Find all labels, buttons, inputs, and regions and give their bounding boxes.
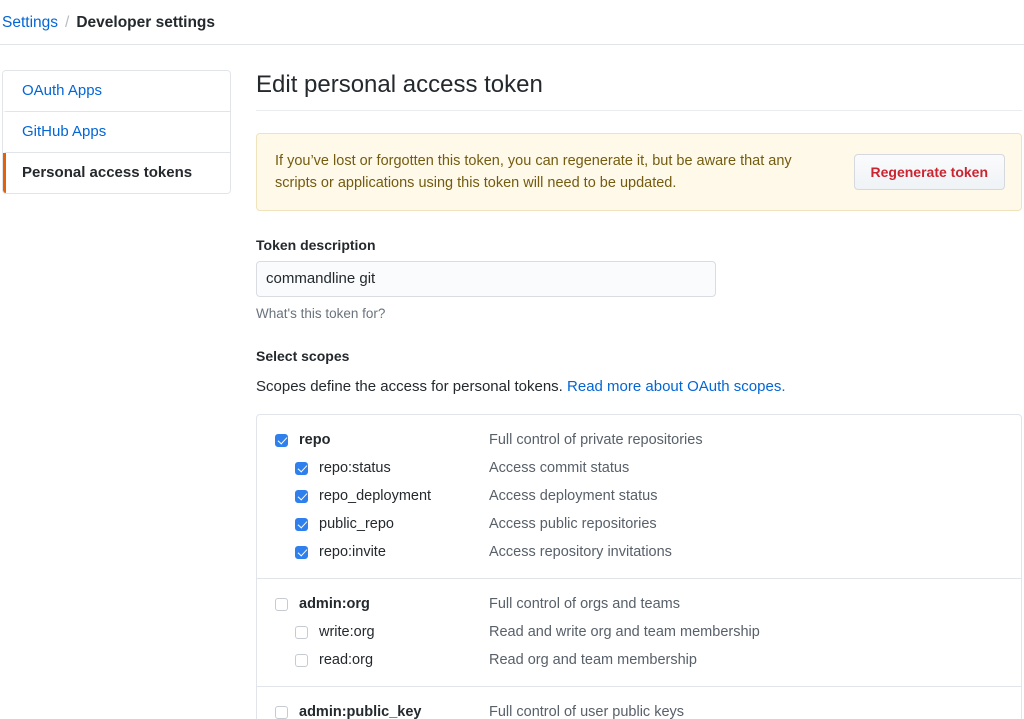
scope-row[interactable]: read:org Read org and team membership [257, 646, 1021, 674]
checkbox-repo-deployment[interactable] [295, 489, 308, 503]
breadcrumb-link-settings[interactable]: Settings [2, 13, 58, 33]
checkbox-repo-status[interactable] [295, 461, 308, 475]
regenerate-warning-banner: If you’ve lost or forgotten this token, … [256, 133, 1022, 211]
sidebar-menu: OAuth Apps GitHub Apps Personal access t… [2, 70, 231, 194]
sidebar-item-personal-access-tokens[interactable]: Personal access tokens [3, 153, 230, 193]
scope-description: Full control of private repositories [489, 432, 703, 448]
scope-group-admin-public-key: admin:public_key Full control of user pu… [257, 687, 1021, 719]
page-header: Settings / Developer settings [0, 0, 1024, 45]
scope-row[interactable]: repo:status Access commit status [257, 454, 1021, 482]
checkbox-admin-public-key[interactable] [275, 705, 288, 719]
scope-description: Access public repositories [489, 516, 657, 532]
scope-description: Read and write org and team membership [489, 624, 760, 640]
scopes-description-text: Scopes define the access for personal to… [256, 378, 563, 395]
scope-row[interactable]: public_repo Access public repositories [257, 510, 1021, 538]
scope-row[interactable]: repo:invite Access repository invitation… [257, 538, 1021, 566]
scopes-list: repo Full control of private repositorie… [256, 414, 1022, 719]
scope-description: Full control of user public keys [489, 704, 685, 719]
page-layout: OAuth Apps GitHub Apps Personal access t… [0, 45, 1024, 719]
scope-name: read:org [319, 652, 374, 668]
breadcrumb-current: Developer settings [76, 14, 216, 31]
scope-description: Access deployment status [489, 488, 658, 504]
checkbox-write-org[interactable] [295, 625, 308, 639]
scope-description: Full control of orgs and teams [489, 596, 681, 612]
scope-name: repo [299, 432, 331, 448]
scope-description: Read org and team membership [489, 652, 697, 668]
scope-name: repo_deployment [319, 488, 432, 504]
sidebar: OAuth Apps GitHub Apps Personal access t… [0, 70, 231, 719]
oauth-scopes-link[interactable]: Read more about OAuth scopes. [567, 378, 785, 395]
scope-name: admin:org [299, 596, 370, 612]
sidebar-item-oauth-apps[interactable]: OAuth Apps [3, 71, 230, 112]
select-scopes-heading: Select scopes [256, 348, 350, 364]
checkbox-repo-invite[interactable] [295, 545, 308, 559]
breadcrumb-separator: / [65, 14, 70, 31]
warning-message: If you’ve lost or forgotten this token, … [275, 153, 792, 191]
scope-name: repo:invite [319, 544, 386, 560]
scopes-description: Scopes define the access for personal to… [256, 377, 1022, 397]
regenerate-token-button[interactable]: Regenerate token [853, 154, 1005, 190]
scope-row[interactable]: admin:org Full control of orgs and teams [257, 590, 1021, 618]
scope-row[interactable]: write:org Read and write org and team me… [257, 618, 1021, 646]
scope-name: admin:public_key [299, 704, 422, 719]
checkbox-read-org[interactable] [295, 653, 308, 667]
checkbox-admin-org[interactable] [275, 597, 288, 611]
scope-row[interactable]: repo Full control of private repositorie… [257, 426, 1021, 454]
checkbox-repo[interactable] [275, 433, 288, 447]
token-description-label: Token description [256, 237, 376, 253]
scope-description: Access repository invitations [489, 544, 672, 560]
sidebar-item-github-apps[interactable]: GitHub Apps [3, 112, 230, 153]
checkbox-public-repo[interactable] [295, 517, 308, 531]
scope-row[interactable]: repo_deployment Access deployment status [257, 482, 1021, 510]
scope-group-admin-org: admin:org Full control of orgs and teams… [257, 579, 1021, 687]
token-description-input[interactable] [256, 261, 716, 297]
page-title: Edit personal access token [256, 70, 1022, 111]
scope-name: write:org [319, 624, 375, 640]
scope-description: Access commit status [489, 460, 630, 476]
scope-row[interactable]: admin:public_key Full control of user pu… [257, 698, 1021, 719]
scope-group-repo: repo Full control of private repositorie… [257, 415, 1021, 579]
breadcrumb: Settings / Developer settings [0, 13, 215, 33]
scope-name: public_repo [319, 516, 394, 532]
token-description-help: What's this token for? [256, 306, 386, 321]
main-content: Edit personal access token If you’ve los… [231, 70, 1024, 719]
scope-name: repo:status [319, 460, 391, 476]
